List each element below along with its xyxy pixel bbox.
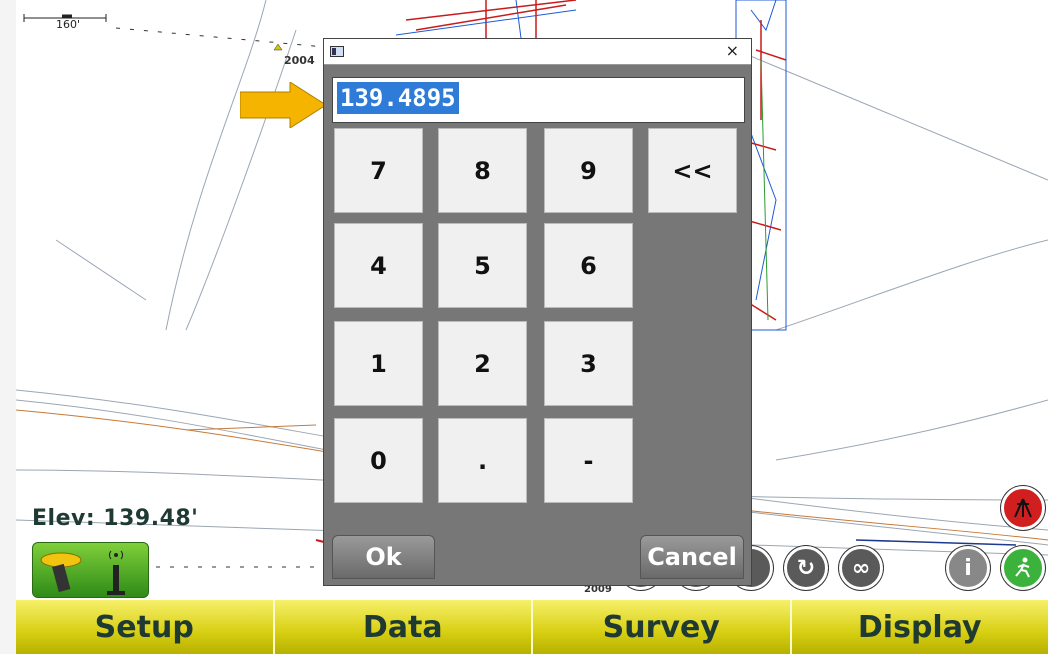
key-2[interactable]: 2: [438, 321, 527, 406]
walk-icon[interactable]: [1001, 546, 1045, 590]
bottom-nav: Setup Data Survey Display: [16, 600, 1048, 654]
infinity-icon[interactable]: ∞: [839, 546, 883, 590]
pointer-arrow: [240, 82, 327, 128]
window-icon: [330, 46, 344, 57]
cancel-button[interactable]: Cancel: [640, 535, 744, 579]
key-minus[interactable]: -: [544, 418, 633, 503]
key-3[interactable]: 3: [544, 321, 633, 406]
tripod-icon[interactable]: [1001, 486, 1045, 530]
key-4[interactable]: 4: [334, 223, 423, 308]
key-9[interactable]: 9: [544, 128, 633, 213]
info-icon[interactable]: i: [946, 546, 990, 590]
key-8[interactable]: 8: [438, 128, 527, 213]
nav-display[interactable]: Display: [791, 600, 1048, 654]
close-icon[interactable]: ×: [726, 41, 739, 60]
key-decimal[interactable]: .: [438, 418, 527, 503]
backspace-key[interactable]: <<: [648, 128, 737, 213]
value-text: 139.4895: [337, 82, 459, 114]
gps-receiver-icon: [40, 550, 125, 595]
key-1[interactable]: 1: [334, 321, 423, 406]
point-label: 2004: [284, 54, 315, 67]
scale-label: 160': [56, 18, 81, 31]
rotate-icon[interactable]: ↻: [784, 546, 828, 590]
map-view[interactable]: 160' 2004 2008 2009 Elev: 139.48' ↻ ∞ i: [16, 0, 1048, 654]
key-6[interactable]: 6: [544, 223, 633, 308]
ok-button[interactable]: Ok: [332, 535, 435, 579]
key-0[interactable]: 0: [334, 418, 423, 503]
value-input[interactable]: 139.4895: [332, 77, 745, 123]
antenna-icon: [107, 550, 125, 595]
numeric-keypad-dialog: × 139.4895 7 8 9 << 4 5 6 1 2 3 0 . - Ok…: [323, 38, 752, 586]
elevation-readout: Elev: 139.48': [32, 506, 199, 531]
nav-survey[interactable]: Survey: [533, 600, 792, 654]
nav-data[interactable]: Data: [274, 600, 533, 654]
dialog-titlebar: ×: [324, 39, 751, 65]
key-5[interactable]: 5: [438, 223, 527, 308]
gps-status-panel[interactable]: [32, 542, 149, 598]
key-7[interactable]: 7: [334, 128, 423, 213]
nav-setup[interactable]: Setup: [16, 600, 275, 654]
